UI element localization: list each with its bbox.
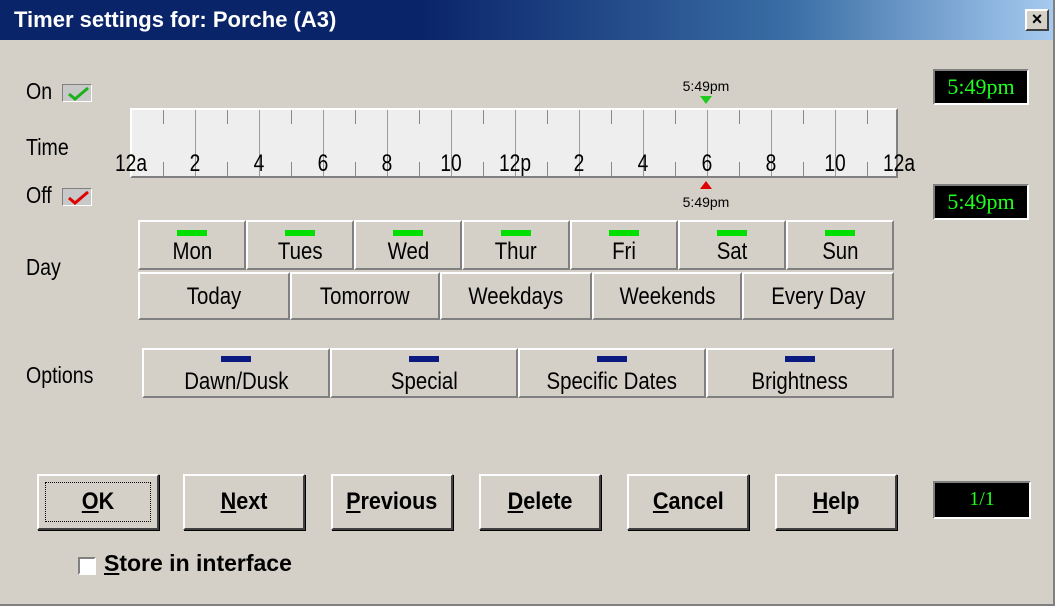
time-tick-label: 2	[189, 150, 201, 177]
green-check-icon	[68, 86, 89, 101]
option-brightness-button[interactable]: Brightness	[706, 348, 894, 398]
preset-weekends-button[interactable]: Weekends	[592, 272, 742, 320]
time-tick-label: 4	[253, 150, 265, 177]
options-row: Dawn/Dusk Special Specific Dates Brightn…	[142, 348, 894, 398]
window-title: Timer settings for: Porche (A3)	[14, 7, 337, 32]
time-label: Time	[26, 134, 69, 160]
title-bar[interactable]: Timer settings for: Porche (A3) ×	[0, 0, 1053, 40]
on-checkbox[interactable]	[62, 84, 92, 102]
on-marker-time: 5:49pm	[682, 78, 730, 94]
time-tick-label: 12p	[498, 150, 532, 177]
preset-today-button[interactable]: Today	[138, 272, 290, 320]
next-button[interactable]: Next	[183, 474, 305, 530]
day-button-wed[interactable]: Wed	[354, 220, 462, 270]
preset-every-day-button[interactable]: Every Day	[742, 272, 894, 320]
option-dawn-dusk-button[interactable]: Dawn/Dusk	[142, 348, 330, 398]
time-tick-label: 4	[637, 150, 649, 177]
on-time-display: 5:49pm	[933, 69, 1029, 105]
store-in-interface-checkbox[interactable]	[78, 557, 96, 575]
time-tick-label: 12a	[114, 150, 148, 177]
options-label: Options	[26, 362, 94, 388]
off-checkbox[interactable]	[62, 188, 92, 206]
off-marker-arrow-icon[interactable]	[700, 181, 712, 189]
day-button-sat[interactable]: Sat	[678, 220, 786, 270]
off-marker-time: 5:49pm	[682, 194, 730, 210]
option-special-button[interactable]: Special	[330, 348, 518, 398]
delete-button[interactable]: Delete	[479, 474, 601, 530]
time-tick-label: 10	[824, 150, 846, 177]
time-tick-label: 2	[573, 150, 585, 177]
time-tick-label: 8	[381, 150, 393, 177]
time-tick-label: 10	[440, 150, 462, 177]
day-button-fri[interactable]: Fri	[570, 220, 678, 270]
day-buttons-row: Mon Tues Wed Thur Fri Sat Sun	[138, 220, 894, 270]
time-tick-label: 12a	[882, 150, 916, 177]
cancel-button[interactable]: Cancel	[627, 474, 749, 530]
help-button[interactable]: Help	[775, 474, 897, 530]
red-check-icon	[68, 190, 89, 205]
close-button[interactable]: ×	[1025, 9, 1049, 31]
day-label: Day	[26, 254, 61, 280]
on-marker-arrow-icon[interactable]	[700, 96, 712, 104]
timer-settings-window: Timer settings for: Porche (A3) × On 5:4…	[0, 0, 1055, 606]
on-label: On	[26, 78, 53, 104]
preset-tomorrow-button[interactable]: Tomorrow	[290, 272, 440, 320]
day-button-thur[interactable]: Thur	[462, 220, 570, 270]
off-time-display: 5:49pm	[933, 184, 1029, 220]
time-tick-label: 8	[765, 150, 777, 177]
day-presets-row: Today Tomorrow Weekdays Weekends Every D…	[138, 272, 894, 320]
day-button-tues[interactable]: Tues	[246, 220, 354, 270]
preset-weekdays-button[interactable]: Weekdays	[440, 272, 592, 320]
page-indicator: 1/1	[933, 481, 1031, 519]
store-in-interface-label[interactable]: Store in interface	[104, 550, 292, 577]
day-button-mon[interactable]: Mon	[138, 220, 246, 270]
time-tick-label: 6	[701, 150, 713, 177]
option-specific-dates-button[interactable]: Specific Dates	[518, 348, 706, 398]
previous-button[interactable]: Previous	[331, 474, 453, 530]
ok-button[interactable]: OK	[37, 474, 159, 530]
day-button-sun[interactable]: Sun	[786, 220, 894, 270]
off-label: Off	[26, 182, 52, 208]
time-tick-label: 6	[317, 150, 329, 177]
